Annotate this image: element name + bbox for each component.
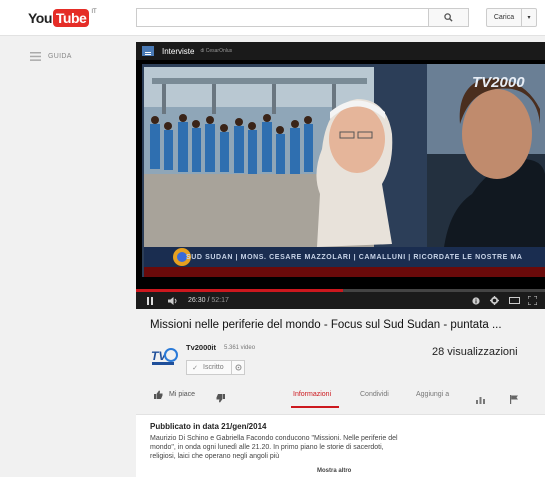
tab-add-to[interactable]: Aggiungi a — [416, 391, 449, 398]
subscribe-button[interactable]: ✓ Iscritto — [186, 360, 245, 375]
player-topbar: Interviste di CesarOnlus — [136, 42, 545, 60]
bar-chart-icon — [476, 397, 485, 404]
volume-icon — [168, 296, 177, 305]
hamburger-menu-icon — [30, 52, 41, 61]
tab-share[interactable]: Condividi — [360, 391, 389, 398]
pause-button[interactable] — [146, 296, 154, 305]
video-frame[interactable]: TV2000 — [142, 64, 545, 277]
channel-video-count: 5.361 video — [224, 345, 256, 351]
playlist-channel-credit[interactable]: di CesarOnlus — [200, 48, 232, 54]
tv2000-logo: TV — [151, 348, 178, 365]
description-panel: Pubblicato in data 21/gen/2014 Maurizio … — [136, 414, 545, 477]
active-tab-underline — [291, 406, 339, 408]
search-input[interactable] — [136, 8, 429, 27]
theater-mode-button[interactable] — [509, 297, 520, 304]
flag-icon — [510, 395, 518, 404]
guide-label: GUIDA — [48, 53, 72, 60]
chevron-down-icon[interactable]: ▾ — [522, 14, 536, 21]
gear-icon — [490, 296, 499, 305]
dislike-button[interactable] — [216, 390, 225, 408]
logo-you-text: You — [28, 10, 52, 26]
upload-button[interactable]: Carica ▾ — [486, 8, 537, 27]
action-bar: Mi piace Informazioni Condividi Aggiungi… — [136, 384, 545, 408]
guide-button[interactable]: GUIDA — [30, 52, 72, 61]
current-time: 26:30 — [188, 297, 206, 304]
report-button[interactable] — [510, 391, 519, 409]
broadcaster-logo: TV2000 — [472, 74, 525, 91]
tab-information[interactable]: Informazioni — [293, 391, 331, 398]
like-button[interactable]: Mi piace — [154, 390, 195, 399]
volume-button[interactable] — [168, 296, 180, 305]
video-player[interactable]: Interviste di CesarOnlus TV2000 SUD SUDA… — [136, 42, 545, 309]
lower-third-ticker: SUD SUDAN | MONS. CESARE MAZZOLARI | CAM… — [186, 254, 523, 261]
checkmark-icon: ✓ — [192, 364, 198, 372]
youtube-logo[interactable]: You Tube IT — [28, 9, 97, 27]
logo-region-text: IT — [91, 9, 97, 15]
publish-date: Pubblicato in data 21/gen/2014 — [150, 422, 267, 431]
thumbs-up-icon — [154, 390, 163, 399]
search-button[interactable] — [428, 8, 469, 27]
theater-icon — [509, 297, 520, 304]
info-button[interactable] — [472, 296, 480, 305]
info-icon — [472, 296, 480, 305]
thumbs-down-icon — [216, 394, 225, 403]
subscribe-label: Iscritto — [203, 364, 224, 371]
like-label: Mi piace — [169, 391, 196, 398]
video-still-image — [142, 64, 545, 277]
description-text: Maurizio Di Schino e Gabriella Facondo c… — [150, 435, 398, 460]
playlist-title[interactable]: Interviste — [162, 47, 194, 56]
show-more-button[interactable]: Mostra altro — [317, 468, 351, 474]
view-count: 28 visualizzazioni — [432, 346, 518, 358]
pause-icon — [147, 296, 153, 305]
duration: 52:17 — [211, 297, 229, 304]
time-display: 26:30 / 52:17 — [188, 297, 229, 304]
channel-avatar[interactable]: TV — [150, 346, 178, 368]
video-title: Missioni nelle periferie del mondo - Foc… — [150, 319, 502, 331]
search-icon — [444, 13, 453, 22]
statistics-button[interactable] — [476, 391, 485, 409]
settings-button[interactable] — [490, 296, 499, 305]
playlist-icon[interactable] — [142, 46, 154, 56]
masthead: You Tube IT Carica ▾ — [0, 0, 545, 36]
channel-name[interactable]: Tv2000it — [186, 343, 216, 352]
upload-label: Carica — [487, 9, 522, 26]
fullscreen-icon — [528, 296, 537, 305]
subscription-settings-icon[interactable] — [231, 361, 244, 374]
fullscreen-button[interactable] — [528, 296, 537, 305]
logo-tube-text: Tube — [52, 9, 90, 27]
player-controls: 26:30 / 52:17 — [136, 292, 545, 309]
